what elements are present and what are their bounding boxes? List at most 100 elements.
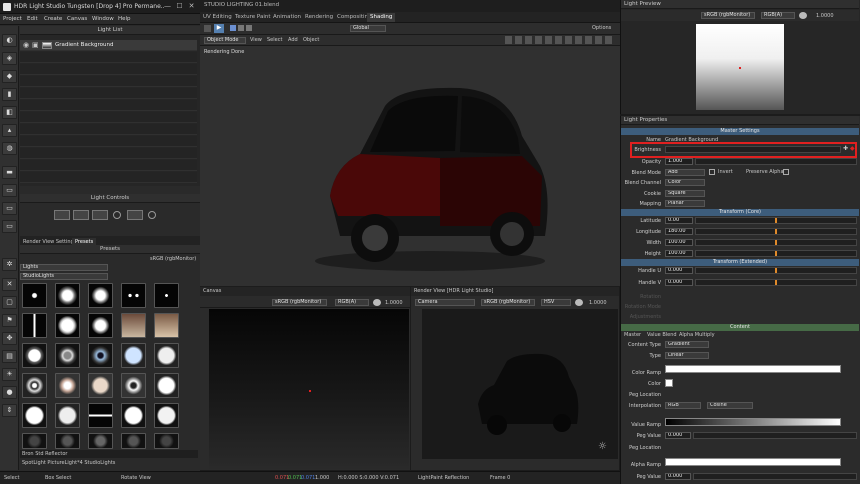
preset-thumbnail[interactable] xyxy=(22,283,47,308)
height-field[interactable]: 100.00 xyxy=(665,250,693,257)
key-icon[interactable]: ◆ xyxy=(850,145,855,152)
preset-thumbnail[interactable] xyxy=(22,403,47,428)
move-icon[interactable]: ✥ xyxy=(2,332,17,345)
minimize-button[interactable]: — xyxy=(163,2,172,11)
mapping-dropdown[interactable]: Planar xyxy=(665,200,705,207)
light-paint-icon[interactable]: ☼ xyxy=(598,441,607,452)
tab-uv-editing[interactable]: UV Editing xyxy=(200,13,235,22)
master-settings-header[interactable]: Master Settings xyxy=(621,128,859,135)
rotate-icon[interactable] xyxy=(113,211,121,219)
lock-icon[interactable]: ▣ xyxy=(32,41,39,49)
width-slider[interactable] xyxy=(695,239,857,246)
presets-colorspace[interactable]: sRGB (rgbMonitor) xyxy=(150,256,196,262)
tab-alpha-multiply[interactable]: Alpha Multiply xyxy=(679,332,715,338)
transform-core-header[interactable]: Transform (Core) xyxy=(621,209,859,216)
lp-colorspace-dropdown[interactable]: sRGB (rgbMonitor) xyxy=(701,12,755,19)
render-image[interactable]: ☼ xyxy=(422,309,618,459)
rv-exposure[interactable]: 1.0000 xyxy=(589,300,607,306)
editor-type-icon[interactable] xyxy=(204,25,211,32)
light-tool-6-icon[interactable]: ▴ xyxy=(2,124,17,137)
preset-thumbnail[interactable] xyxy=(121,433,146,449)
brightness-slider[interactable] xyxy=(665,146,841,153)
square-icon[interactable]: ▢ xyxy=(2,296,17,309)
canvas-channel-dropdown[interactable]: RGB(A) xyxy=(335,299,369,306)
lp-exposure[interactable]: 1.0000 xyxy=(816,13,834,19)
opacity-slider[interactable] xyxy=(695,158,857,165)
light-handle[interactable] xyxy=(309,390,311,392)
lp-channel-dropdown[interactable]: RGB(A) xyxy=(761,12,795,19)
tab-value-blend[interactable]: Value Blend xyxy=(647,332,677,338)
object-mode-dropdown[interactable]: Object Mode xyxy=(204,37,246,44)
menu-select[interactable]: Select xyxy=(267,37,282,43)
3d-viewport[interactable]: Rendering Done xyxy=(200,46,620,286)
control-btn-1[interactable] xyxy=(54,210,70,220)
presets-subcategory-dropdown[interactable]: StudioLights xyxy=(20,273,108,280)
interpolation-b-dropdown[interactable]: Cosine xyxy=(707,402,753,409)
color-ramp-bar[interactable] xyxy=(665,365,841,373)
light-tool-11-icon[interactable]: ▭ xyxy=(2,220,17,233)
preset-thumbnail[interactable] xyxy=(154,343,179,368)
viewport-shading-buttons[interactable] xyxy=(505,36,615,44)
handle-u-slider[interactable] xyxy=(695,267,857,274)
preset-thumbnail[interactable] xyxy=(22,343,47,368)
light-tool-10-icon[interactable]: ▭ xyxy=(2,202,17,215)
handle-v-slider[interactable] xyxy=(695,279,857,286)
alpha-ramp-bar[interactable] xyxy=(665,458,841,466)
preset-thumbnail[interactable] xyxy=(154,403,179,428)
menu-project[interactable]: Project xyxy=(3,16,22,22)
preset-thumbnail[interactable] xyxy=(88,343,113,368)
preset-thumbnail[interactable] xyxy=(154,433,179,449)
control-btn-3[interactable] xyxy=(92,210,108,220)
light-tool-2-icon[interactable]: ◈ xyxy=(2,52,17,65)
light-tool-7-icon[interactable]: ◍ xyxy=(2,142,17,155)
rv-mode-dropdown[interactable]: HSV xyxy=(541,299,571,306)
invert-checkbox[interactable] xyxy=(709,169,715,175)
hdri-icon[interactable]: ▤ xyxy=(2,350,17,363)
longitude-field[interactable]: 180.00 xyxy=(665,228,693,235)
peg-value-field[interactable]: 0.000 xyxy=(665,432,691,439)
preset-thumbnail[interactable] xyxy=(121,343,146,368)
preset-thumbnail[interactable] xyxy=(22,373,47,398)
longitude-slider[interactable] xyxy=(695,228,857,235)
width-field[interactable]: 100.00 xyxy=(665,239,693,246)
menu-object[interactable]: Object xyxy=(303,37,319,43)
tab-animation[interactable]: Animation xyxy=(270,13,304,22)
light-tool-5-icon[interactable]: ◧ xyxy=(2,106,17,119)
menu-create[interactable]: Create xyxy=(44,16,62,22)
settings-gear-icon[interactable]: ✲ xyxy=(2,258,17,271)
value-ramp-bar[interactable] xyxy=(665,418,841,426)
preset-thumbnail[interactable] xyxy=(22,313,47,338)
preset-thumbnail[interactable] xyxy=(55,313,80,338)
control-btn-4[interactable] xyxy=(127,210,143,220)
preset-thumbnail[interactable] xyxy=(121,283,146,308)
preset-thumbnail[interactable] xyxy=(22,433,47,449)
preset-thumbnail[interactable] xyxy=(154,283,179,308)
canvas-colorspace-dropdown[interactable]: sRGB (rgbMonitor) xyxy=(272,299,327,306)
content-type-dropdown[interactable]: Gradient xyxy=(665,341,709,348)
peg-value2-field[interactable]: 0.000 xyxy=(665,473,691,480)
control-btn-2[interactable] xyxy=(73,210,89,220)
menu-edit[interactable]: Edit xyxy=(27,16,38,22)
cursor-icon[interactable]: ▶ xyxy=(214,24,224,33)
preset-thumbnail[interactable] xyxy=(88,373,113,398)
maximize-button[interactable]: ☐ xyxy=(175,2,184,11)
color-swatch[interactable] xyxy=(665,379,673,387)
preset-thumbnail[interactable] xyxy=(55,433,80,449)
preset-thumbnail[interactable] xyxy=(121,373,146,398)
light-tool-1-icon[interactable]: ◐ xyxy=(2,34,17,47)
preset-thumbnail[interactable] xyxy=(55,403,80,428)
preset-thumbnail[interactable] xyxy=(121,403,146,428)
delete-icon[interactable]: ✕ xyxy=(2,278,17,291)
preset-thumbnail[interactable] xyxy=(88,283,113,308)
peg-value-slider[interactable] xyxy=(693,432,857,439)
preset-thumbnail[interactable] xyxy=(88,403,113,428)
transform-extended-header[interactable]: Transform (Extended) xyxy=(621,259,859,266)
light-preview-image[interactable] xyxy=(696,24,784,110)
mode-b-icon[interactable] xyxy=(238,25,244,31)
preserve-alpha-checkbox[interactable] xyxy=(783,169,789,175)
preset-thumbnail[interactable] xyxy=(55,373,80,398)
options-menu[interactable]: Options xyxy=(592,25,611,31)
blend-channel-dropdown[interactable]: Color xyxy=(665,179,705,186)
mode-a-icon[interactable] xyxy=(230,25,236,31)
preset-thumbnail[interactable] xyxy=(121,313,146,338)
